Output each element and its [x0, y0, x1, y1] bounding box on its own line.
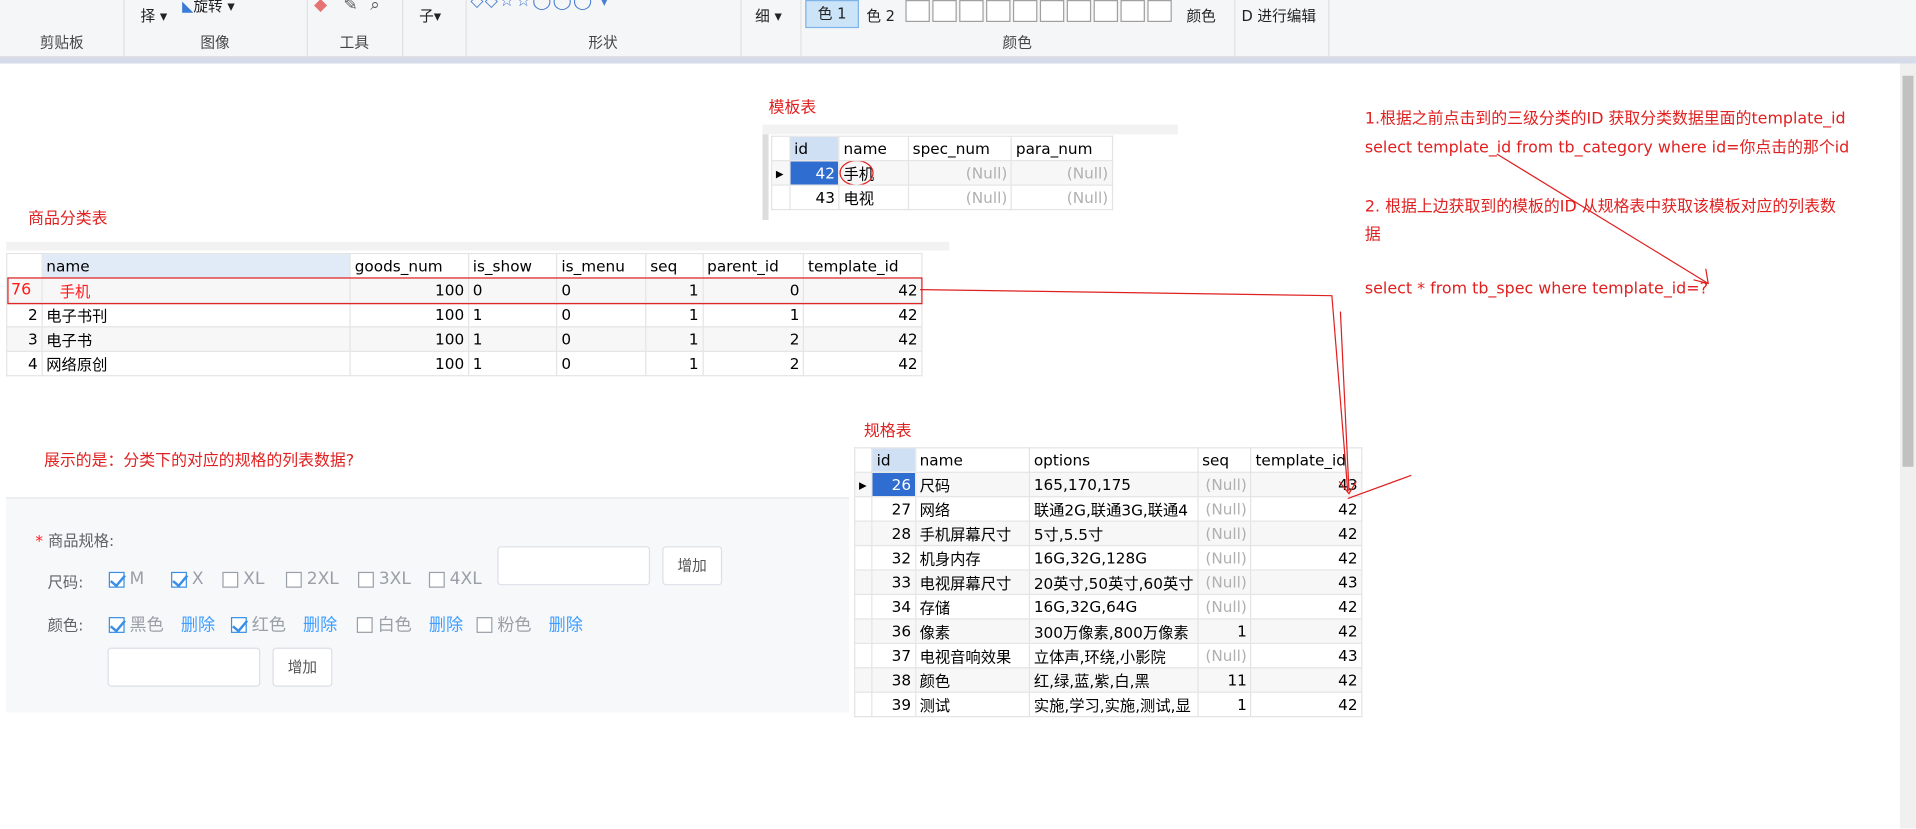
checkbox-icon [108, 616, 125, 633]
delete-link[interactable]: 删除 [303, 612, 337, 636]
color-new-input[interactable] [107, 647, 261, 687]
checkbox-icon [222, 571, 239, 588]
size-checkbox[interactable]: 4XL [428, 569, 482, 589]
color-label: 颜色: [47, 615, 84, 635]
color-option[interactable]: 粉色 删除 [476, 612, 583, 636]
checkbox-icon [171, 571, 187, 588]
delete-link[interactable]: 删除 [429, 612, 463, 636]
checkbox-icon [108, 571, 125, 588]
size-new-input[interactable] [497, 546, 651, 586]
color-option[interactable]: 红色 删除 [230, 612, 337, 636]
size-checkbox[interactable]: X [171, 569, 204, 589]
arrow-line [1347, 474, 1412, 500]
delete-link[interactable]: 删除 [549, 612, 583, 636]
spec-form-panel: * 商品规格: 尺码: M X XL 2XL 3XL 4XL 增加 颜色: 黑色… [6, 497, 850, 713]
color-option[interactable]: 黑色 删除 [108, 612, 215, 636]
checkbox-icon [476, 616, 493, 633]
size-checkbox[interactable]: XL [222, 569, 264, 589]
arrow-line [1339, 311, 1350, 492]
spec-form-title: * 商品规格: [35, 531, 115, 550]
checkbox-icon [428, 571, 445, 588]
color-option[interactable]: 白色 删除 [356, 612, 463, 636]
arrow-line [920, 288, 1349, 492]
checkbox-icon [358, 571, 374, 588]
color-add-button[interactable]: 增加 [272, 647, 333, 687]
checkbox-icon [356, 616, 373, 633]
size-checkbox[interactable]: 2XL [285, 569, 339, 589]
delete-link[interactable]: 删除 [181, 612, 215, 636]
size-label: 尺码: [47, 573, 84, 592]
arrow-line [1496, 153, 1709, 285]
checkbox-icon [285, 571, 302, 588]
checkbox-icon [230, 616, 247, 633]
size-checkbox[interactable]: M [108, 569, 144, 589]
size-checkbox[interactable]: 3XL [358, 569, 411, 589]
size-add-button[interactable]: 增加 [662, 546, 723, 586]
